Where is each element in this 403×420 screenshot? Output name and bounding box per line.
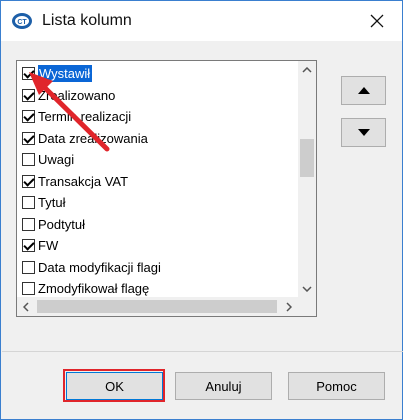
item-label: Termin realizacji [38, 109, 132, 124]
item-label: Data zrealizowania [38, 130, 148, 146]
list-item[interactable]: Wystawił [17, 63, 298, 84]
item-label: FW [38, 238, 59, 253]
horizontal-scroll-thumb[interactable] [37, 300, 277, 313]
triangle-down-icon [357, 129, 370, 136]
item-label: Tytuł [38, 195, 66, 210]
item-label: Zmodyfikował flagę [38, 281, 150, 296]
item-checkbox[interactable] [22, 110, 35, 123]
item-checkbox[interactable] [22, 153, 35, 166]
chevron-left-icon [23, 301, 29, 312]
item-checkbox[interactable] [22, 196, 35, 209]
chevron-up-icon [302, 66, 312, 73]
close-icon [370, 14, 384, 28]
list-item[interactable]: Data modyfikacji flagi [17, 257, 298, 278]
scroll-left-button[interactable] [17, 298, 35, 315]
close-button[interactable] [359, 5, 395, 37]
list-item[interactable]: Podtytuł [17, 214, 298, 235]
scrollbar-corner [298, 297, 316, 316]
list-item[interactable]: Termin realizacji [17, 106, 298, 127]
scroll-down-button[interactable] [298, 280, 316, 297]
item-checkbox[interactable] [22, 174, 35, 188]
item-label: Data modyfikacji flagi [38, 259, 161, 275]
move-up-button[interactable] [341, 76, 386, 105]
list-item[interactable]: FW [17, 235, 298, 256]
scroll-up-button[interactable] [298, 61, 316, 78]
item-label: Uwagi [38, 152, 75, 167]
item-checkbox[interactable] [22, 239, 35, 252]
svg-text:CT: CT [17, 19, 27, 26]
item-checkbox[interactable] [22, 217, 35, 231]
window-title: Lista kolumn [42, 12, 132, 29]
dialog-window: CT Lista kolumn Wystawił Zrealizowano Term… [0, 0, 403, 420]
list-item[interactable]: Transakcja VAT [17, 171, 298, 192]
cancel-button[interactable]: Anuluj [175, 372, 272, 400]
list-item[interactable]: Zrealizowano [17, 85, 298, 106]
horizontal-scrollbar[interactable] [17, 297, 298, 316]
list-item[interactable]: Tytuł [17, 192, 298, 213]
item-label: Podtytuł [38, 216, 85, 232]
item-checkbox[interactable] [22, 282, 35, 295]
column-list-items: Wystawił Zrealizowano Termin realizacji Dat… [17, 61, 298, 297]
item-checkbox[interactable] [22, 131, 35, 145]
footer-divider [2, 351, 403, 352]
list-item[interactable]: Zmodyfikował flagę [17, 278, 298, 297]
item-checkbox[interactable] [22, 260, 35, 274]
vertical-scrollbar[interactable] [298, 61, 316, 297]
item-label: Zrealizowano [38, 87, 116, 103]
vertical-scroll-thumb[interactable] [300, 139, 314, 177]
triangle-up-icon [357, 87, 370, 94]
list-item[interactable]: Uwagi [17, 149, 298, 170]
chevron-down-icon [302, 285, 312, 292]
list-item[interactable]: Data zrealizowania [17, 128, 298, 149]
column-list[interactable]: Wystawił Zrealizowano Termin realizacji Dat… [16, 60, 317, 317]
move-down-button[interactable] [341, 118, 386, 147]
item-label: Transakcja VAT [38, 173, 129, 189]
item-checkbox[interactable] [22, 67, 35, 80]
scroll-right-button[interactable] [280, 298, 298, 315]
item-checkbox[interactable] [22, 88, 35, 102]
help-button[interactable]: Pomoc [288, 372, 385, 400]
title-bar: CT Lista kolumn [1, 1, 402, 41]
chevron-right-icon [286, 301, 292, 312]
app-logo-icon: CT [11, 12, 33, 30]
ok-button[interactable]: OK [66, 372, 163, 400]
item-label: Wystawił [38, 65, 93, 82]
